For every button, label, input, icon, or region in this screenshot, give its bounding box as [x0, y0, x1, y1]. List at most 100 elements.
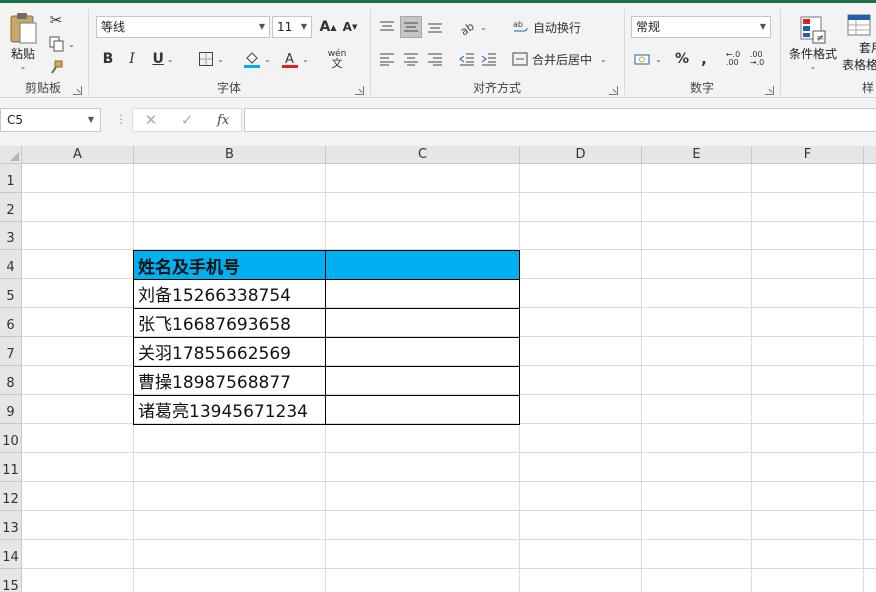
accounting-format-button[interactable]: ⌄	[632, 48, 664, 70]
cell-c4[interactable]	[325, 250, 520, 280]
select-all-corner[interactable]	[0, 146, 22, 164]
styles-title: 样	[861, 81, 874, 95]
row-header-15[interactable]: 15	[0, 569, 22, 592]
font-launcher-icon[interactable]	[355, 86, 364, 95]
align-top-icon[interactable]	[376, 16, 398, 38]
row-header-9[interactable]: 9	[0, 395, 22, 424]
cell-c8[interactable]	[325, 366, 520, 396]
column-header-b[interactable]: B	[134, 146, 326, 164]
decrease-decimal-icon[interactable]: .00 →.0	[746, 48, 768, 70]
cell-c5[interactable]	[325, 279, 520, 309]
column-header-c[interactable]: C	[326, 146, 520, 164]
comma-style-button[interactable]: ,	[696, 48, 712, 70]
italic-button[interactable]: I	[122, 48, 142, 70]
font-color-button[interactable]: A ⌄	[278, 48, 312, 70]
cell-b5[interactable]: 刘备15266338754	[133, 279, 326, 309]
align-right-icon[interactable]	[424, 48, 446, 70]
borders-icon	[199, 52, 214, 66]
copy-button[interactable]: ⌄	[46, 34, 78, 54]
cell-b6[interactable]: 张飞16687693658	[133, 308, 326, 338]
row-header-11[interactable]: 11	[0, 453, 22, 482]
font-group: 等线 ▼ 11 ▼ A ▲ A ▼ B I U ⌄ ⌄ ⌄ A ⌄ wén 文 字体	[90, 6, 368, 99]
number-title: 数字	[689, 81, 714, 95]
row-header-1[interactable]: 1	[0, 164, 22, 193]
phonetic-button[interactable]: wén 文	[322, 46, 352, 72]
formula-controls: ✕ ✓ fx	[132, 108, 242, 132]
column-header-a[interactable]: A	[22, 146, 134, 164]
styles-group: ≠ 条件格式 ⌄ 套用 表格格 样	[782, 6, 876, 99]
row-header-14[interactable]: 14	[0, 540, 22, 569]
worksheet-grid[interactable]: A B C D E F 1 2 3 4 5 6 7 8 9 10 11 12 1…	[0, 146, 876, 592]
row-header-13[interactable]: 13	[0, 511, 22, 540]
copy-icon	[49, 36, 64, 52]
cut-icon[interactable]: ✂	[46, 10, 66, 30]
bold-button[interactable]: B	[98, 48, 118, 70]
enter-icon[interactable]: ✓	[181, 111, 194, 129]
increase-indent-icon[interactable]	[478, 48, 500, 70]
align-middle-icon[interactable]	[400, 16, 422, 38]
column-header-d[interactable]: D	[520, 146, 642, 164]
clipboard-launcher-icon[interactable]	[73, 86, 82, 95]
borders-button[interactable]: ⌄	[194, 48, 228, 70]
font-color-icon: A	[282, 52, 299, 68]
wrap-text-button[interactable]: ab 自动换行	[512, 16, 612, 38]
cell-b8[interactable]: 曹操18987568877	[133, 366, 326, 396]
column-header-e[interactable]: E	[642, 146, 752, 164]
conditional-formatting-icon: ≠	[800, 16, 826, 44]
column-header-g[interactable]	[864, 146, 876, 164]
alignment-launcher-icon[interactable]	[609, 86, 618, 95]
fill-color-button[interactable]: ⌄	[240, 48, 274, 70]
increase-decimal-icon[interactable]: ←.0.00	[722, 48, 744, 70]
name-box[interactable]: C5 ▼	[0, 108, 101, 132]
conditional-formatting-label: 条件格式	[788, 47, 837, 61]
number-format-select[interactable]: 常规 ▼	[631, 16, 771, 38]
cancel-icon[interactable]: ✕	[145, 111, 158, 129]
format-painter-icon[interactable]	[46, 58, 66, 78]
row-header-12[interactable]: 12	[0, 482, 22, 511]
align-center-icon[interactable]	[400, 48, 422, 70]
name-box-dropdown-icon[interactable]: ▼	[88, 109, 94, 131]
accounting-icon	[634, 54, 650, 65]
row-header-5[interactable]: 5	[0, 279, 22, 308]
row-header-8[interactable]: 8	[0, 366, 22, 395]
cell-b9[interactable]: 诸葛亮13945671234	[133, 395, 326, 425]
paste-button[interactable]: 粘贴 ⌄	[6, 10, 40, 72]
percent-button[interactable]: %	[672, 48, 692, 70]
cell-b7[interactable]: 关羽17855662569	[133, 337, 326, 367]
row-header-4[interactable]: 4	[0, 250, 22, 279]
cell-c9[interactable]	[325, 395, 520, 425]
align-bottom-icon[interactable]	[424, 16, 446, 38]
cell-b4[interactable]: 姓名及手机号	[133, 250, 326, 280]
clipboard-group: 粘贴 ⌄ ✂ ⌄ 剪贴板	[0, 6, 86, 99]
formula-input[interactable]	[244, 108, 876, 132]
name-box-value: C5	[7, 113, 24, 127]
number-launcher-icon[interactable]	[765, 86, 774, 95]
formula-bar-grip-icon: ⋮	[115, 112, 127, 126]
format-as-table-label-1: 套用	[859, 41, 876, 55]
fill-bucket-icon	[244, 52, 261, 68]
orientation-button[interactable]: ab ⌄	[456, 16, 490, 38]
merge-center-button[interactable]: 合并后居中 ⌄	[512, 48, 616, 70]
font-size-select[interactable]: 11 ▼	[272, 16, 312, 38]
format-as-table-button[interactable]: 套用 表格格	[842, 10, 876, 76]
cell-c6[interactable]	[325, 308, 520, 338]
row-header-2[interactable]: 2	[0, 193, 22, 222]
cell-c7[interactable]	[325, 337, 520, 367]
row-header-6[interactable]: 6	[0, 308, 22, 337]
underline-button[interactable]: U ⌄	[146, 48, 180, 70]
insert-function-icon[interactable]: fx	[217, 113, 229, 128]
font-name-select[interactable]: 等线 ▼	[96, 16, 270, 38]
decrease-font-button[interactable]: A ▼	[340, 16, 360, 38]
column-header-f[interactable]: F	[752, 146, 864, 164]
row-header-10[interactable]: 10	[0, 424, 22, 453]
number-group: 常规 ▼ ⌄ % , ←.0.00 .00 →.0 数字	[626, 6, 778, 99]
conditional-formatting-button[interactable]: ≠ 条件格式 ⌄	[784, 10, 842, 76]
alignment-group: ab ⌄ ab 自动换行 合并后居中 ⌄ 对齐方式	[372, 6, 622, 99]
align-left-icon[interactable]	[376, 48, 398, 70]
wrap-text-icon: ab	[513, 20, 528, 32]
increase-font-button[interactable]: A ▲	[318, 16, 338, 38]
row-header-3[interactable]: 3	[0, 222, 22, 250]
font-name-value: 等线	[101, 20, 126, 34]
row-header-7[interactable]: 7	[0, 337, 22, 366]
decrease-indent-icon[interactable]	[456, 48, 478, 70]
